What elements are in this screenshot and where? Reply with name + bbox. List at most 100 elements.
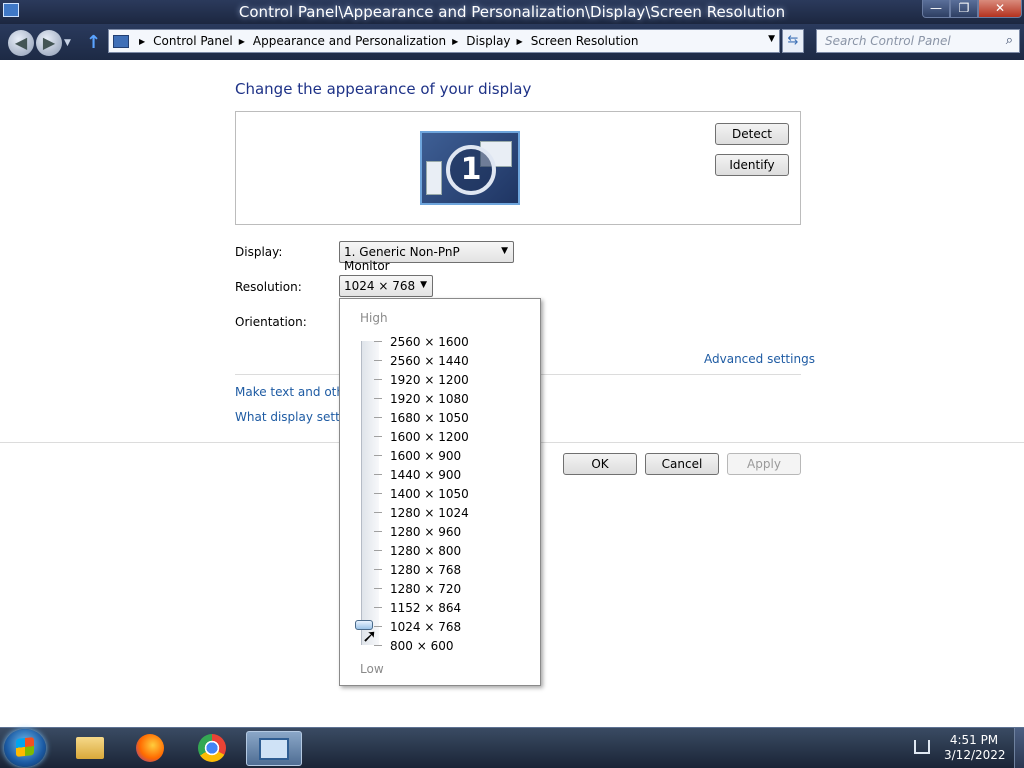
advanced-settings-link[interactable]: Advanced settings xyxy=(704,352,815,366)
mouse-cursor-icon: ➚ xyxy=(362,626,378,647)
forward-button[interactable]: ▶ xyxy=(36,30,62,56)
display-preview-panel: 1 Detect Identify xyxy=(235,111,801,225)
forward-arrow-icon: ▶ xyxy=(42,33,56,52)
resolution-option[interactable]: 1920 × 1200 xyxy=(390,371,469,390)
resolution-select[interactable]: 1024 × 768 ▼ xyxy=(339,275,433,297)
slider-tick xyxy=(374,531,382,532)
slider-tick xyxy=(374,379,382,380)
show-desktop-button[interactable] xyxy=(1014,728,1024,768)
address-bar[interactable]: ▶ Control Panel ▶ Appearance and Personali… xyxy=(108,29,780,53)
orientation-label: Orientation: xyxy=(235,315,307,329)
preview-window-shape xyxy=(426,161,442,195)
maximize-button[interactable]: ❐ xyxy=(950,0,978,18)
title-bar: Control Panel\Appearance and Personaliza… xyxy=(0,0,1024,24)
slider-tick xyxy=(374,417,382,418)
address-dropdown-button[interactable]: ▼ xyxy=(768,34,775,44)
taskbar-explorer[interactable] xyxy=(62,731,118,766)
resolution-option[interactable]: 1280 × 800 xyxy=(390,542,469,561)
search-input[interactable]: Search Control Panel ⌕ xyxy=(816,29,1020,53)
slider-tick xyxy=(374,455,382,456)
ok-button[interactable]: OK xyxy=(563,453,637,475)
network-icon[interactable] xyxy=(914,740,930,754)
clock-time: 4:51 PM xyxy=(949,733,999,747)
resolution-option[interactable]: 1600 × 900 xyxy=(390,447,469,466)
search-icon[interactable]: ⌕ xyxy=(1006,33,1013,48)
low-label: Low xyxy=(360,662,384,676)
identify-button[interactable]: Identify xyxy=(715,154,789,176)
resolution-select-value: 1024 × 768 xyxy=(344,279,416,293)
up-arrow-icon: ↑ xyxy=(86,32,102,53)
back-button[interactable]: ◀ xyxy=(8,30,34,56)
slider-tick xyxy=(374,512,382,513)
breadcrumb-screen-resolution[interactable]: ▶ Screen Resolution xyxy=(511,34,639,48)
resolution-option[interactable]: 1280 × 768 xyxy=(390,561,469,580)
resolution-option[interactable]: 2560 × 1440 xyxy=(390,352,469,371)
resolution-option[interactable]: 1680 × 1050 xyxy=(390,409,469,428)
slider-tick xyxy=(374,436,382,437)
taskbar: 4:51 PM 3/12/2022 xyxy=(0,727,1024,768)
resolution-option[interactable]: 2560 × 1600 xyxy=(390,333,469,352)
main-content: Change the appearance of your display 1 … xyxy=(0,60,1024,727)
resolution-dropdown: High 2560 × 1600 2560 × 1440 1920 × 1200 19… xyxy=(339,298,541,686)
breadcrumb-appearance[interactable]: ▶ Appearance and Personalization xyxy=(233,34,446,48)
apply-button[interactable]: Apply xyxy=(727,453,801,475)
taskbar-firefox[interactable] xyxy=(122,731,178,766)
page-title: Change the appearance of your display xyxy=(235,80,532,98)
recent-pages-dropdown[interactable]: ▼ xyxy=(64,38,71,48)
cancel-button[interactable]: Cancel xyxy=(645,453,719,475)
system-clock[interactable]: 4:51 PM 3/12/2022 xyxy=(944,733,1006,763)
control-panel-icon xyxy=(113,34,129,48)
slider-tick xyxy=(374,493,382,494)
resolution-option[interactable]: 1280 × 720 xyxy=(390,580,469,599)
chrome-icon xyxy=(198,734,226,762)
breadcrumb-display[interactable]: ▶ Display xyxy=(446,34,510,48)
up-one-level-button[interactable]: ↑ xyxy=(86,32,101,53)
display-select[interactable]: 1. Generic Non-PnP Monitor ▼ xyxy=(339,241,514,273)
monitor-1-icon[interactable]: 1 xyxy=(420,131,520,205)
breadcrumb-control-panel[interactable]: ▶ Control Panel xyxy=(133,34,233,48)
resolution-option[interactable]: 1440 × 900 xyxy=(390,466,469,485)
clock-date: 3/12/2022 xyxy=(944,748,1006,762)
search-placeholder: Search Control Panel xyxy=(825,34,951,48)
display-select-value: 1. Generic Non-PnP Monitor xyxy=(344,245,460,273)
chevron-down-icon: ▼ xyxy=(420,280,427,290)
slider-tick xyxy=(374,398,382,399)
resolution-option[interactable]: 1280 × 960 xyxy=(390,523,469,542)
slider-tick xyxy=(374,588,382,589)
chevron-right-icon: ▶ xyxy=(516,36,523,46)
resolution-label: Resolution: xyxy=(235,280,302,294)
resolution-list: 2560 × 1600 2560 × 1440 1920 × 1200 1920 × … xyxy=(390,333,469,656)
resolution-option[interactable]: 1600 × 1200 xyxy=(390,428,469,447)
refresh-button[interactable]: ⇆ xyxy=(782,29,804,53)
refresh-icon: ⇆ xyxy=(787,33,799,48)
slider-tick xyxy=(374,550,382,551)
resolution-option[interactable]: 800 × 600 xyxy=(390,637,469,656)
chevron-right-icon: ▶ xyxy=(238,36,245,46)
chevron-right-icon: ▶ xyxy=(452,36,459,46)
close-button[interactable]: ✕ xyxy=(978,0,1022,18)
chevron-down-icon: ▼ xyxy=(501,246,508,256)
slider-tick xyxy=(374,569,382,570)
display-label: Display: xyxy=(235,245,283,259)
resolution-option[interactable]: 1920 × 1080 xyxy=(390,390,469,409)
minimize-button[interactable]: — xyxy=(922,0,950,18)
back-arrow-icon: ◀ xyxy=(14,33,28,52)
display-settings-icon xyxy=(259,738,289,760)
resolution-option[interactable]: 1400 × 1050 xyxy=(390,485,469,504)
taskbar-screen-resolution[interactable] xyxy=(246,731,302,766)
folder-icon xyxy=(76,737,104,759)
firefox-icon xyxy=(136,734,164,762)
resolution-option[interactable]: 1024 × 768 xyxy=(390,618,469,637)
windows-logo-icon xyxy=(16,737,34,757)
detect-button[interactable]: Detect xyxy=(715,123,789,145)
start-button[interactable] xyxy=(4,729,46,767)
resolution-option[interactable]: 1280 × 1024 xyxy=(390,504,469,523)
monitor-number: 1 xyxy=(446,145,496,195)
slider-tick xyxy=(374,474,382,475)
taskbar-chrome[interactable] xyxy=(184,731,240,766)
chevron-right-icon: ▶ xyxy=(139,36,146,46)
high-label: High xyxy=(360,311,388,325)
window-title: Control Panel\Appearance and Personaliza… xyxy=(238,3,786,21)
resolution-option[interactable]: 1152 × 864 xyxy=(390,599,469,618)
navigation-bar: ◀ ▶ ▼ ↑ ▶ Control Panel ▶ Appearance and P… xyxy=(0,24,1024,60)
